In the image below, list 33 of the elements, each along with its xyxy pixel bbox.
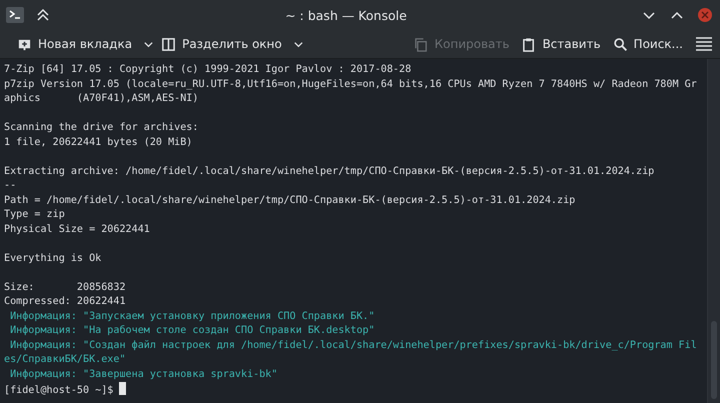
terminal-line: aphics (A70F41),ASM,AES-NI) <box>4 93 198 104</box>
toolbar-button[interactable]: Вставить <box>516 34 606 54</box>
terminal-line: p7zip Version 17.05 (locale=ru_RU.UTF-8,Utf16=on,HugeFiles=on,64 bits,16 CPUs AMD Ryzen 7 7840HS w/ Radeon 780M Gr <box>4 78 697 90</box>
scrollbar[interactable] <box>707 59 720 403</box>
terminal-line: Path = /home/fidel/.local/share/winehelper/tmp/СПО-Справки-БК-(версия-2.5.5)-от-31.01.2024.zip <box>4 194 576 206</box>
toolbar-button[interactable]: Поиск... <box>608 34 688 54</box>
terminal-line: 1 file, 20622441 bytes (20 MiB) <box>4 136 192 148</box>
terminal-line: -- <box>4 180 16 191</box>
terminal-line: Everything is Ok <box>4 252 102 264</box>
toolbar-button[interactable]: Новая вкладка <box>12 34 138 54</box>
terminal-line: Physical Size = 20622441 <box>4 224 150 234</box>
terminal-line: Size: 20856832 <box>4 282 126 292</box>
info-message: Информация: "Завершена установка spravki-bk" <box>9 368 278 380</box>
toolbar-button[interactable]: Разделить окно <box>156 34 287 54</box>
terminal-line: Type = zip <box>4 209 65 220</box>
terminal-line: Scanning the drive for archives: <box>4 122 198 133</box>
terminal-line: 7-Zip [64] 17.05 : Copyright (c) 1999-2021 Igor Pavlov : 2017-08-28 <box>4 64 412 75</box>
close-icon[interactable] <box>696 7 714 23</box>
terminal-line: Compressed: 20622441 <box>4 296 126 307</box>
shell-prompt: [fidel@host-50 ~]$ <box>4 385 114 396</box>
clipboard-icon <box>521 36 536 52</box>
info-message: Информация: "На рабочем столе создан СПО Справки БК.desktop" <box>9 325 375 336</box>
search-icon <box>612 36 628 52</box>
menu-icon[interactable] <box>696 37 712 51</box>
info-message: es/СправкиБК/БК.exe" <box>4 354 126 365</box>
info-message: Информация: "Создан файл настроек для /home/fidel/.local/share/winehelper/prefixes/spravki-bk/drive_c/Program Fil <box>9 340 697 350</box>
text-cursor <box>119 382 126 395</box>
split-view-icon <box>161 36 176 52</box>
copy-icon <box>413 36 428 52</box>
terminal-line: Extracting archive: /home/fidel/.local/share/winehelper/tmp/СПО-Справки-БК-(версия-2.5.5)-от-31.01.2024.zip <box>4 166 654 176</box>
terminal-icon[interactable] <box>6 7 24 23</box>
window-title: ~ : bash — Konsole <box>284 8 408 22</box>
info-message: Информация: "Запускаем установку приложения СПО Справки БК." <box>9 310 375 322</box>
